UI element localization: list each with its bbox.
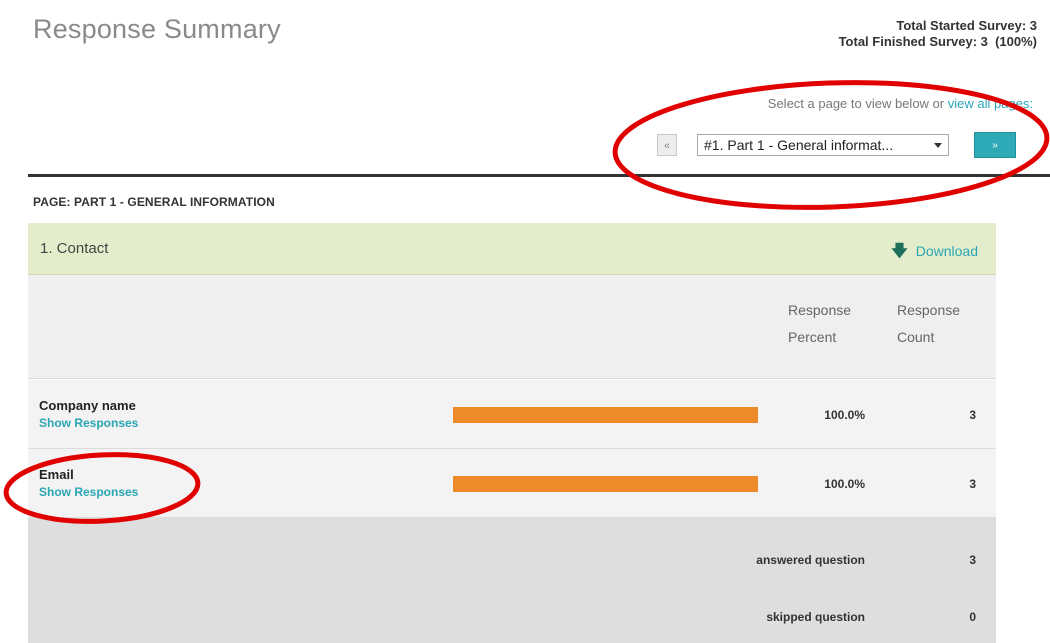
- column-header-percent: Response Percent: [788, 297, 851, 351]
- page-heading: PAGE: PART 1 - GENERAL INFORMATION: [33, 195, 275, 209]
- skipped-question-label: skipped question: [766, 610, 865, 624]
- column-header-count: Response Count: [897, 297, 960, 351]
- response-percent: 100.0%: [824, 477, 865, 491]
- chevron-down-icon: [934, 143, 942, 148]
- next-page-button[interactable]: »: [974, 132, 1016, 158]
- column-header-percent-line1: Response: [788, 302, 852, 318]
- hint-colon: :: [1029, 96, 1033, 111]
- response-bar: [453, 476, 758, 492]
- total-finished: Total Finished Survey: 3 (100%): [838, 34, 1037, 49]
- response-bar: [453, 407, 758, 423]
- column-header-percent-line2: Percent: [788, 329, 837, 345]
- total-started: Total Started Survey: 3: [896, 18, 1037, 33]
- download-link[interactable]: 🡇 Download: [891, 240, 978, 267]
- section-divider: [28, 174, 1050, 177]
- response-percent: 100.0%: [824, 408, 865, 422]
- row-label: Company name: [39, 398, 136, 413]
- response-count: 3: [969, 408, 976, 422]
- page-select-dropdown[interactable]: #1. Part 1 - General informat...: [697, 134, 949, 156]
- hint-text: Select a page to view below or: [767, 96, 948, 111]
- download-arrow-icon: 🡇: [891, 243, 908, 260]
- table-header: Response Percent Response Count: [28, 275, 996, 379]
- answered-question-value: 3: [969, 553, 976, 567]
- row-label: Email: [39, 467, 74, 482]
- column-header-count-line2: Count: [897, 329, 935, 345]
- table-row: Company name Show Responses 100.0% 3: [28, 380, 996, 449]
- show-responses-link[interactable]: Show Responses: [39, 485, 138, 499]
- response-bar-fill: [453, 476, 758, 492]
- response-count: 3: [969, 477, 976, 491]
- page-title: Response Summary: [33, 14, 281, 44]
- question-title: 1. Contact: [40, 240, 109, 257]
- selected-page: #1. Part 1 - General informat...: [704, 137, 894, 153]
- question-header: 1. Contact 🡇 Download: [28, 223, 996, 275]
- page-select-hint: Select a page to view below or view all …: [768, 96, 1033, 111]
- skipped-question-value: 0: [969, 610, 976, 624]
- response-bar-fill: [453, 407, 758, 423]
- survey-totals: Total Started Survey: 3 Total Finished S…: [839, 18, 1037, 50]
- view-all-pages-link[interactable]: view all pages: [948, 96, 1030, 111]
- prev-page-button[interactable]: «: [657, 134, 677, 156]
- download-label: Download: [915, 243, 978, 259]
- show-responses-link[interactable]: Show Responses: [39, 416, 138, 430]
- table-row: Email Show Responses 100.0% 3: [28, 449, 996, 518]
- summary-block: answered question 3 skipped question 0: [28, 518, 996, 643]
- column-header-count-line1: Response: [897, 302, 961, 318]
- answered-question-label: answered question: [756, 553, 865, 567]
